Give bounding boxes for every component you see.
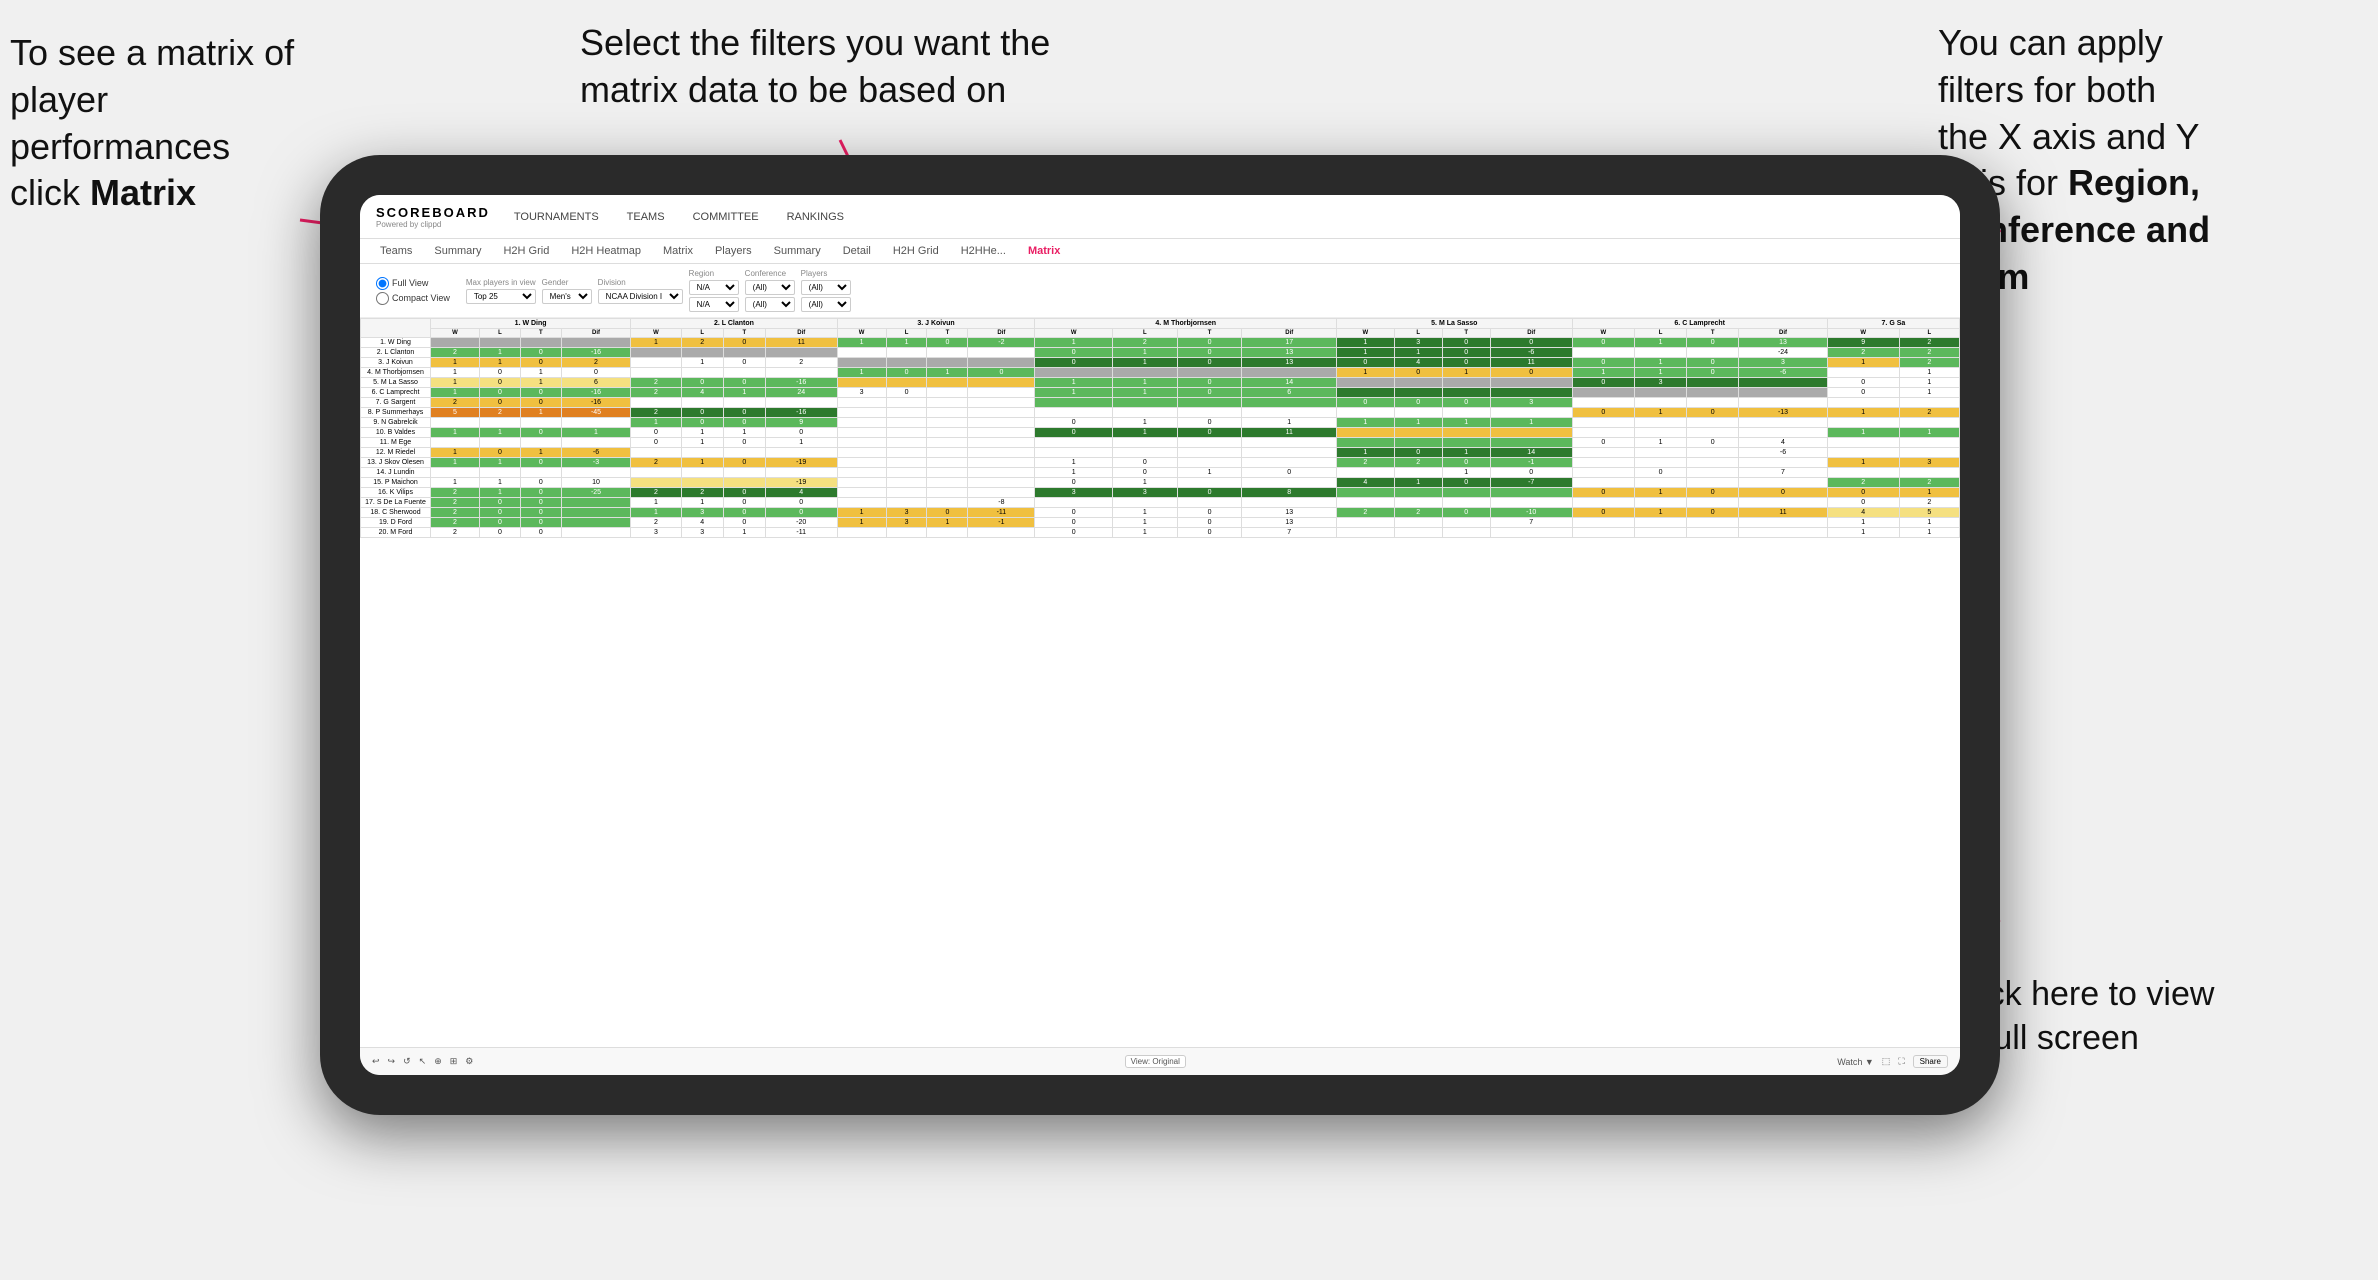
tablet-frame: SCOREBOARD Powered by clippd TOURNAMENTS… (320, 155, 2000, 1115)
table-row: 10. B Valdes 1101 0110 01011 11 (361, 428, 1960, 438)
fullscreen-button[interactable]: ⛶ (1898, 1056, 1904, 1067)
subnav-matrix2[interactable]: Matrix (1024, 243, 1064, 259)
grid-button[interactable]: ⊞ (450, 1056, 458, 1067)
filters-bar: Full View Compact View Max players in vi… (360, 264, 1960, 318)
subnav-teams[interactable]: Teams (376, 243, 416, 259)
annotation-bottom-right: Click here to view in full screen (1948, 972, 2328, 1060)
players-select-2[interactable]: (All) (801, 297, 851, 312)
col-group-3: 3. J Koivun (837, 319, 1035, 329)
col-header-empty (361, 319, 431, 338)
table-row: 5. M La Sasso 1016 200-16 11014 03 01 (361, 378, 1960, 388)
table-row: 4. M Thorbjornsen 1010 1010 1010 110-6 1 (361, 368, 1960, 378)
view-mode-radio: Full View Compact View (376, 277, 450, 305)
division-select[interactable]: NCAA Division I (598, 289, 683, 304)
region-select-1[interactable]: N/A (689, 280, 739, 295)
logo-title: SCOREBOARD (376, 205, 490, 220)
region-select-2[interactable]: N/A (689, 297, 739, 312)
gender-filter: Gender Men's (542, 278, 592, 304)
table-row: 15. P Maichon 11010 -19 01 410-7 22 (361, 478, 1960, 488)
col-group-6: 6. C Lamprecht (1572, 319, 1827, 329)
region-filter: Region N/A N/A (689, 269, 739, 312)
full-view-radio[interactable] (376, 277, 389, 290)
subnav-h2h-heatmap[interactable]: H2H Heatmap (567, 243, 645, 259)
settings-button[interactable]: ⚙ (465, 1056, 473, 1067)
view-label: View: Original (1125, 1055, 1186, 1068)
main-nav: TOURNAMENTS TEAMS COMMITTEE RANKINGS (510, 209, 848, 225)
table-row: 14. J Lundin 1010 10 07 (361, 468, 1960, 478)
display-button[interactable]: ⬚ (1882, 1056, 1891, 1067)
redo-button[interactable]: ↪ (388, 1056, 396, 1067)
matrix-content: 1. W Ding 2. L Clanton 3. J Koivun 4. M … (360, 318, 1960, 1047)
col-group-4: 4. M Thorbjornsen (1035, 319, 1337, 329)
app-header: SCOREBOARD Powered by clippd TOURNAMENTS… (360, 195, 1960, 239)
tablet-screen: SCOREBOARD Powered by clippd TOURNAMENTS… (360, 195, 1960, 1075)
refresh-button[interactable]: ↺ (403, 1056, 411, 1067)
matrix-table: 1. W Ding 2. L Clanton 3. J Koivun 4. M … (360, 318, 1960, 538)
sub-nav: Teams Summary H2H Grid H2H Heatmap Matri… (360, 239, 1960, 264)
nav-teams[interactable]: TEAMS (623, 209, 669, 225)
col-group-2: 2. L Clanton (631, 319, 837, 329)
table-row: 3. J Koivun 1102 102 01013 04011 0103 12 (361, 358, 1960, 368)
annotation-top-left: To see a matrix of player performances c… (10, 30, 330, 217)
table-row: 2. L Clanton 210-16 01013 110-6 -24 22 (361, 348, 1960, 358)
col-group-7: 7. G Sa (1827, 319, 1959, 329)
subnav-summary[interactable]: Summary (430, 243, 485, 259)
zoom-button[interactable]: ⊕ (434, 1056, 442, 1067)
toolbar-right: Watch ▼ ⬚ ⛶ Share (1837, 1055, 1948, 1068)
subnav-h2hhe[interactable]: H2HHe... (957, 243, 1010, 259)
table-row: 6. C Lamprecht 100-16 24124 30 1106 01 (361, 388, 1960, 398)
conference-filter: Conference (All) (All) (745, 269, 795, 312)
table-row: 12. M Riedel 101-6 10114 -6 (361, 448, 1960, 458)
logo-subtitle: Powered by clippd (376, 220, 490, 229)
table-row: 13. J Skov Olesen 110-3 210-19 10 220-1 … (361, 458, 1960, 468)
toolbar-left: ↩ ↪ ↺ ↖ ⊕ ⊞ ⚙ (372, 1056, 473, 1067)
subnav-detail[interactable]: Detail (839, 243, 875, 259)
nav-tournaments[interactable]: TOURNAMENTS (510, 209, 603, 225)
toolbar-center: View: Original (1125, 1055, 1186, 1068)
table-row: 19. D Ford 200 240-20 131-1 01013 7 11 (361, 518, 1960, 528)
subnav-players[interactable]: Players (711, 243, 756, 259)
undo-button[interactable]: ↩ (372, 1056, 380, 1067)
players-filter: Players (All) (All) (801, 269, 851, 312)
conference-select-1[interactable]: (All) (745, 280, 795, 295)
table-row: 16. K Vilips 210-25 2204 3308 0100 01 (361, 488, 1960, 498)
players-select-1[interactable]: (All) (801, 280, 851, 295)
table-row: 7. G Sargent 200-16 0003 (361, 398, 1960, 408)
conference-select-2[interactable]: (All) (745, 297, 795, 312)
table-row: 17. S De La Fuente 200 1100 -8 02 (361, 498, 1960, 508)
nav-committee[interactable]: COMMITTEE (689, 209, 763, 225)
max-players-filter: Max players in view Top 25 (466, 278, 536, 304)
table-row: 11. M Ege 0101 0104 (361, 438, 1960, 448)
subnav-h2h-grid2[interactable]: H2H Grid (889, 243, 943, 259)
share-button[interactable]: Share (1913, 1055, 1948, 1068)
table-row: 20. M Ford 200 331-11 0107 11 (361, 528, 1960, 538)
bottom-toolbar: ↩ ↪ ↺ ↖ ⊕ ⊞ ⚙ View: Original Watch ▼ ⬚ ⛶… (360, 1047, 1960, 1075)
pointer-button[interactable]: ↖ (419, 1056, 427, 1067)
annotation-top-center: Select the filters you want the matrix d… (580, 20, 1060, 114)
col-group-5: 5. M La Sasso (1337, 319, 1573, 329)
gender-select[interactable]: Men's (542, 289, 592, 304)
compact-view-radio[interactable] (376, 292, 389, 305)
col-group-1: 1. W Ding (431, 319, 631, 329)
nav-rankings[interactable]: RANKINGS (783, 209, 848, 225)
subnav-matrix[interactable]: Matrix (659, 243, 697, 259)
subnav-h2h-grid[interactable]: H2H Grid (499, 243, 553, 259)
matrix-table-area[interactable]: 1. W Ding 2. L Clanton 3. J Koivun 4. M … (360, 318, 1960, 1047)
table-row: 18. C Sherwood 200 1300 130-11 01013 220… (361, 508, 1960, 518)
scoreboard-logo: SCOREBOARD Powered by clippd (376, 205, 490, 229)
watch-button[interactable]: Watch ▼ (1837, 1057, 1874, 1067)
table-row: 8. P Summerhays 521-45 200-16 010-13 12 (361, 408, 1960, 418)
table-row: 9. N Gabrelcik 1009 0101 1111 (361, 418, 1960, 428)
division-filter: Division NCAA Division I (598, 278, 683, 304)
subnav-summary2[interactable]: Summary (770, 243, 825, 259)
table-row: 1. W Ding 12011 110-2 12017 1300 01013 9… (361, 338, 1960, 348)
max-players-select[interactable]: Top 25 (466, 289, 536, 304)
